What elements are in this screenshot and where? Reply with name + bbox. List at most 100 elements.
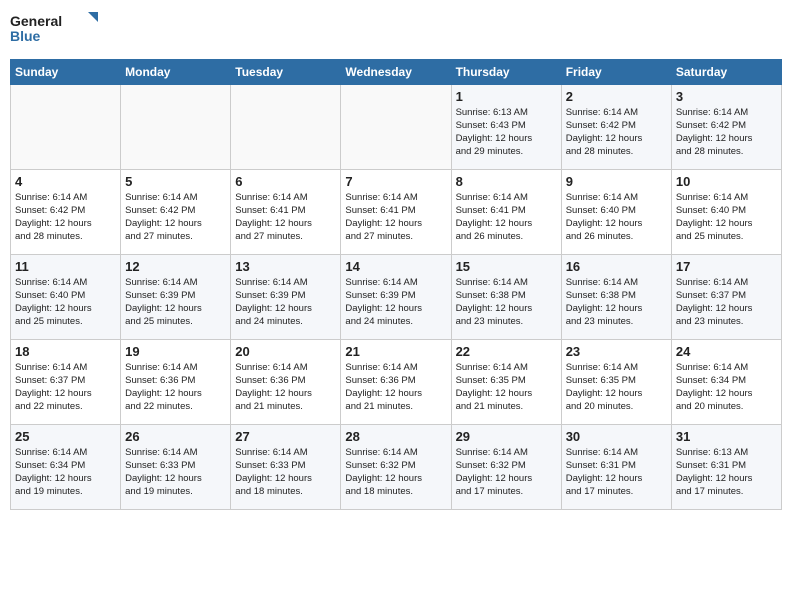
day-detail: Sunrise: 6:14 AM Sunset: 6:35 PM Dayligh…: [456, 361, 557, 414]
week-row-2: 4 Sunrise: 6:14 AM Sunset: 6:42 PM Daylig…: [11, 169, 782, 254]
col-header-sunday: Sunday: [11, 59, 121, 84]
day-detail: Sunrise: 6:14 AM Sunset: 6:37 PM Dayligh…: [676, 276, 777, 329]
day-cell: 15Sunrise: 6:14 AM Sunset: 6:38 PM Dayli…: [451, 254, 561, 339]
day-detail: Sunrise: 6:14 AM Sunset: 6:40 PM Dayligh…: [676, 191, 777, 244]
day-number: 30: [566, 429, 667, 444]
day-cell: 28 Sunrise: 6:14 AM Sunset: 6:32 PM Dayli…: [341, 424, 451, 509]
day-number: 31: [676, 429, 777, 444]
day-number: 10: [676, 174, 777, 189]
day-number: 17: [676, 259, 777, 274]
day-number: 19: [125, 344, 226, 359]
day-number: 27: [235, 429, 336, 444]
day-number: 23: [566, 344, 667, 359]
week-row-1: 1 Sunrise: 6:13 AM Sunset: 6:43 PM Daylig…: [11, 84, 782, 169]
day-number: 12: [125, 259, 226, 274]
day-detail: Sunrise: 6:14 AM Sunset: 6:38 PM Dayligh…: [566, 276, 667, 329]
day-detail: Sunrise: 6:14 AM Sunset: 6:42 PM Dayligh…: [566, 106, 667, 159]
day-cell: 19 Sunrise: 6:14 AM Sunset: 6:36 PM Dayli…: [121, 339, 231, 424]
day-cell: [121, 84, 231, 169]
day-detail: Sunrise: 6:14 AM Sunset: 6:36 PM Dayligh…: [125, 361, 226, 414]
day-number: 25: [15, 429, 116, 444]
day-detail: Sunrise: 6:14 AM Sunset: 6:39 PM Dayligh…: [235, 276, 336, 329]
header-row: SundayMondayTuesdayWednesdayThursdayFrid…: [11, 59, 782, 84]
header: General Blue: [10, 10, 782, 53]
col-header-tuesday: Tuesday: [231, 59, 341, 84]
day-cell: 4 Sunrise: 6:14 AM Sunset: 6:42 PM Daylig…: [11, 169, 121, 254]
week-row-5: 25 Sunrise: 6:14 AM Sunset: 6:34 PM Dayli…: [11, 424, 782, 509]
day-number: 1: [456, 89, 557, 104]
day-cell: 22 Sunrise: 6:14 AM Sunset: 6:35 PM Dayli…: [451, 339, 561, 424]
day-detail: Sunrise: 6:14 AM Sunset: 6:41 PM Dayligh…: [235, 191, 336, 244]
day-number: 11: [15, 259, 116, 274]
day-detail: Sunrise: 6:14 AM Sunset: 6:32 PM Dayligh…: [345, 446, 446, 499]
day-number: 13: [235, 259, 336, 274]
day-cell: 27Sunrise: 6:14 AM Sunset: 6:33 PM Dayli…: [231, 424, 341, 509]
day-cell: 17 Sunrise: 6:14 AM Sunset: 6:37 PM Dayli…: [671, 254, 781, 339]
svg-text:General: General: [10, 13, 62, 29]
day-number: 2: [566, 89, 667, 104]
day-detail: Sunrise: 6:14 AM Sunset: 6:39 PM Dayligh…: [345, 276, 446, 329]
day-number: 22: [456, 344, 557, 359]
day-cell: [341, 84, 451, 169]
day-cell: 25 Sunrise: 6:14 AM Sunset: 6:34 PM Dayli…: [11, 424, 121, 509]
day-number: 26: [125, 429, 226, 444]
col-header-monday: Monday: [121, 59, 231, 84]
day-detail: Sunrise: 6:14 AM Sunset: 6:40 PM Dayligh…: [15, 276, 116, 329]
calendar-table: SundayMondayTuesdayWednesdayThursdayFrid…: [10, 59, 782, 510]
col-header-saturday: Saturday: [671, 59, 781, 84]
day-cell: 20 Sunrise: 6:14 AM Sunset: 6:36 PM Dayli…: [231, 339, 341, 424]
day-detail: Sunrise: 6:14 AM Sunset: 6:34 PM Dayligh…: [15, 446, 116, 499]
day-number: 28: [345, 429, 446, 444]
day-number: 3: [676, 89, 777, 104]
day-cell: 16 Sunrise: 6:14 AM Sunset: 6:38 PM Dayli…: [561, 254, 671, 339]
day-number: 20: [235, 344, 336, 359]
day-detail: Sunrise: 6:14 AM Sunset: 6:38 PM Dayligh…: [456, 276, 557, 329]
day-cell: 5 Sunrise: 6:14 AM Sunset: 6:42 PM Daylig…: [121, 169, 231, 254]
day-cell: [231, 84, 341, 169]
day-cell: 3Sunrise: 6:14 AM Sunset: 6:42 PM Daylig…: [671, 84, 781, 169]
day-detail: Sunrise: 6:14 AM Sunset: 6:39 PM Dayligh…: [125, 276, 226, 329]
day-cell: 8Sunrise: 6:14 AM Sunset: 6:41 PM Daylig…: [451, 169, 561, 254]
day-detail: Sunrise: 6:14 AM Sunset: 6:41 PM Dayligh…: [345, 191, 446, 244]
day-number: 18: [15, 344, 116, 359]
day-cell: 14 Sunrise: 6:14 AM Sunset: 6:39 PM Dayli…: [341, 254, 451, 339]
day-detail: Sunrise: 6:14 AM Sunset: 6:34 PM Dayligh…: [676, 361, 777, 414]
day-number: 16: [566, 259, 667, 274]
day-cell: 30 Sunrise: 6:14 AM Sunset: 6:31 PM Dayli…: [561, 424, 671, 509]
day-detail: Sunrise: 6:14 AM Sunset: 6:36 PM Dayligh…: [235, 361, 336, 414]
day-cell: 12 Sunrise: 6:14 AM Sunset: 6:39 PM Dayli…: [121, 254, 231, 339]
day-detail: Sunrise: 6:14 AM Sunset: 6:40 PM Dayligh…: [566, 191, 667, 244]
day-cell: 13 Sunrise: 6:14 AM Sunset: 6:39 PM Dayli…: [231, 254, 341, 339]
day-number: 21: [345, 344, 446, 359]
day-cell: 31Sunrise: 6:13 AM Sunset: 6:31 PM Dayli…: [671, 424, 781, 509]
day-number: 4: [15, 174, 116, 189]
day-cell: 2 Sunrise: 6:14 AM Sunset: 6:42 PM Daylig…: [561, 84, 671, 169]
day-number: 14: [345, 259, 446, 274]
day-cell: 6 Sunrise: 6:14 AM Sunset: 6:41 PM Daylig…: [231, 169, 341, 254]
day-cell: [11, 84, 121, 169]
day-detail: Sunrise: 6:14 AM Sunset: 6:36 PM Dayligh…: [345, 361, 446, 414]
logo-container: General Blue: [10, 10, 100, 53]
day-cell: 10 Sunrise: 6:14 AM Sunset: 6:40 PM Dayli…: [671, 169, 781, 254]
day-detail: Sunrise: 6:14 AM Sunset: 6:31 PM Dayligh…: [566, 446, 667, 499]
day-detail: Sunrise: 6:14 AM Sunset: 6:41 PM Dayligh…: [456, 191, 557, 244]
day-detail: Sunrise: 6:14 AM Sunset: 6:42 PM Dayligh…: [15, 191, 116, 244]
day-cell: 1 Sunrise: 6:13 AM Sunset: 6:43 PM Daylig…: [451, 84, 561, 169]
day-cell: 21 Sunrise: 6:14 AM Sunset: 6:36 PM Dayli…: [341, 339, 451, 424]
day-number: 6: [235, 174, 336, 189]
day-detail: Sunrise: 6:14 AM Sunset: 6:32 PM Dayligh…: [456, 446, 557, 499]
day-cell: 24Sunrise: 6:14 AM Sunset: 6:34 PM Dayli…: [671, 339, 781, 424]
logo: General Blue: [10, 10, 100, 53]
day-number: 5: [125, 174, 226, 189]
week-row-3: 11 Sunrise: 6:14 AM Sunset: 6:40 PM Dayli…: [11, 254, 782, 339]
day-cell: 26 Sunrise: 6:14 AM Sunset: 6:33 PM Dayli…: [121, 424, 231, 509]
col-header-friday: Friday: [561, 59, 671, 84]
day-cell: 11 Sunrise: 6:14 AM Sunset: 6:40 PM Dayli…: [11, 254, 121, 339]
svg-text:Blue: Blue: [10, 28, 41, 44]
day-cell: 18Sunrise: 6:14 AM Sunset: 6:37 PM Dayli…: [11, 339, 121, 424]
day-detail: Sunrise: 6:14 AM Sunset: 6:42 PM Dayligh…: [125, 191, 226, 244]
day-detail: Sunrise: 6:14 AM Sunset: 6:33 PM Dayligh…: [125, 446, 226, 499]
col-header-thursday: Thursday: [451, 59, 561, 84]
day-detail: Sunrise: 6:13 AM Sunset: 6:43 PM Dayligh…: [456, 106, 557, 159]
day-number: 7: [345, 174, 446, 189]
